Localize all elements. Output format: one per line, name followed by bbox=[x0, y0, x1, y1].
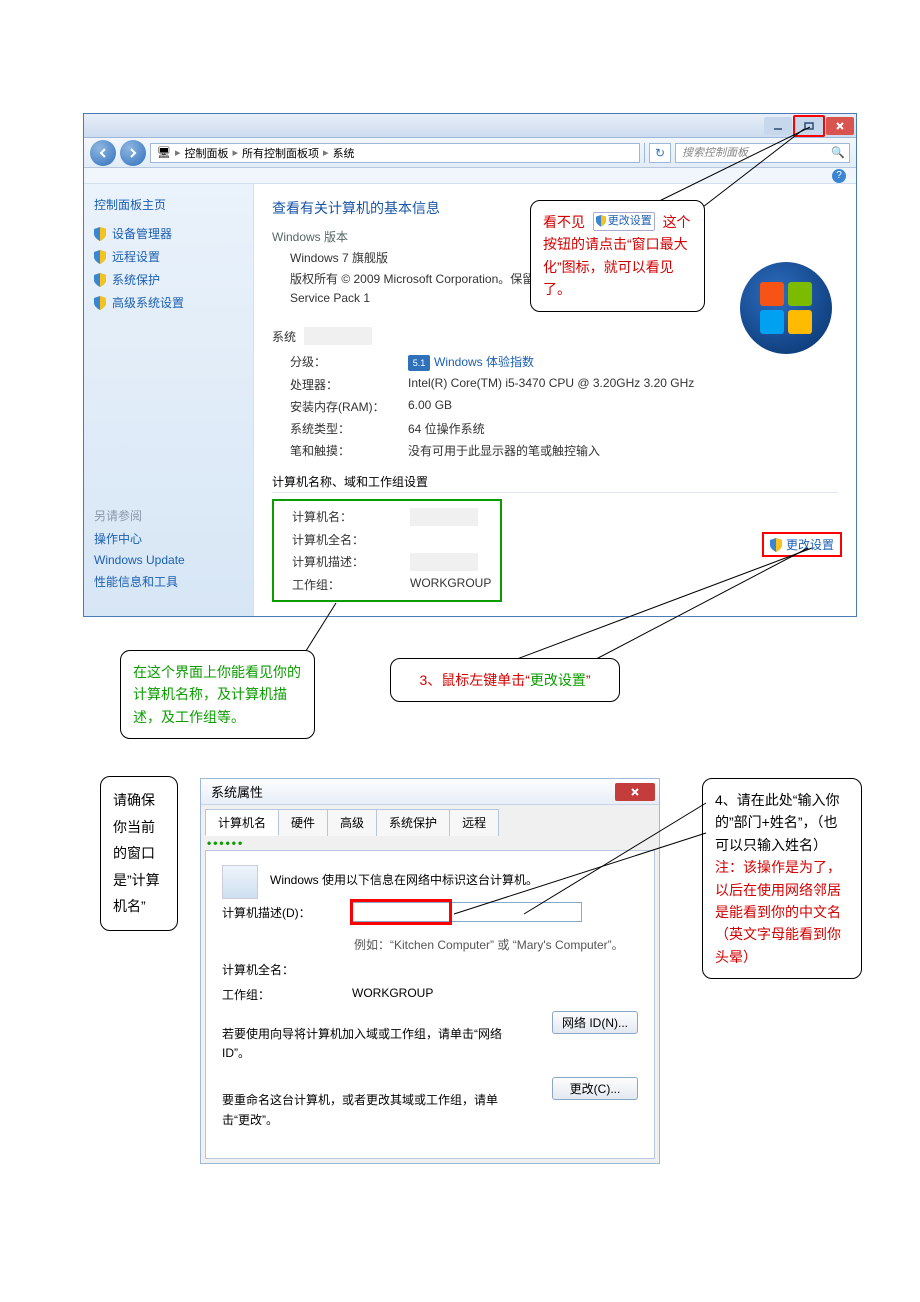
desc-label: 计算机描述(D)： bbox=[222, 904, 352, 921]
callout-maximize-hint: 看不见 更改设置 这个按钮的请点击“窗口最大化”图标，就可以看见了。 bbox=[530, 200, 705, 312]
shield-icon bbox=[94, 227, 106, 241]
tab-remote[interactable]: 远程 bbox=[449, 809, 499, 836]
bc-item[interactable]: 所有控制面板项 bbox=[242, 145, 319, 161]
redacted-block bbox=[410, 508, 478, 526]
breadcrumbs[interactable]: 🖥▸ 控制面板▸ 所有控制面板项▸ 系统 bbox=[150, 143, 640, 163]
titlebar bbox=[84, 114, 856, 138]
callout-step4: 4、请在此处“输入你的”部门+姓名”，（也可以只输入姓名） 注：该操作是为了，以… bbox=[702, 778, 862, 979]
value: 5.1 Windows 体验指数 bbox=[408, 353, 534, 371]
callout-green-fields: 在这个界面上你能看见你的计算机名称，及计算机描述，及工作组等。 bbox=[120, 650, 315, 739]
sidebar-item[interactable]: 系统保护 bbox=[94, 271, 243, 288]
value: Intel(R) Core(TM) i5-3470 CPU @ 3.20GHz … bbox=[408, 376, 694, 393]
key: 计算机全名： bbox=[292, 531, 410, 548]
key: 工作组： bbox=[292, 576, 410, 593]
networkid-text: 若要使用向导将计算机加入域或工作组，请单击“网络 ID”。 bbox=[222, 1025, 512, 1063]
group-title: 计算机名称、域和工作组设置 bbox=[272, 473, 838, 493]
key: 计算机描述： bbox=[292, 553, 410, 571]
value: 6.00 GB bbox=[408, 398, 452, 415]
sidebar-link[interactable]: 操作中心 bbox=[94, 530, 243, 547]
sidebar-label: 设备管理器 bbox=[112, 225, 172, 242]
sidebar-label: 系统保护 bbox=[112, 271, 160, 288]
shield-icon bbox=[94, 273, 106, 287]
shield-icon bbox=[94, 250, 106, 264]
key: 系统类型： bbox=[290, 420, 408, 437]
system-window: 🖥▸ 控制面板▸ 所有控制面板项▸ 系统 ↻ 搜索控制面板 🔍 ? 控制面板主页… bbox=[83, 113, 857, 617]
change-settings-label: 更改设置 bbox=[786, 536, 834, 553]
sidebar-label: 远程设置 bbox=[112, 248, 160, 265]
refresh-button[interactable]: ↻ bbox=[649, 143, 671, 163]
dialog-close-button[interactable] bbox=[615, 783, 655, 801]
highlight-box-green: 计算机名： 计算机全名： 计算机描述： 工作组：WORKGROUP bbox=[272, 499, 502, 602]
computer-description-input[interactable] bbox=[352, 902, 582, 922]
see-also: 另请参阅 bbox=[94, 507, 243, 524]
dialog-title: 系统属性 bbox=[211, 782, 263, 801]
computer-icon bbox=[222, 865, 258, 899]
key: 安装内存(RAM)： bbox=[290, 398, 408, 415]
value: WORKGROUP bbox=[410, 576, 491, 593]
tab-protection[interactable]: 系统保护 bbox=[376, 809, 450, 836]
value: 64 位操作系统 bbox=[408, 420, 485, 437]
sidebar-link[interactable]: Windows Update bbox=[94, 553, 243, 567]
wg-label: 工作组： bbox=[222, 986, 352, 1003]
key: 计算机名： bbox=[292, 508, 410, 526]
callout-step3: 3、鼠标左键单击“更改设置” bbox=[390, 658, 620, 702]
search-input[interactable]: 搜索控制面板 🔍 bbox=[675, 143, 850, 163]
key: 处理器： bbox=[290, 376, 408, 393]
maximize-button[interactable] bbox=[793, 115, 825, 137]
desc-hint: 例如：“Kitchen Computer” 或 “Mary's Computer… bbox=[354, 936, 638, 953]
sidebar: 控制面板主页 设备管理器 远程设置 系统保护 高级系统设置 另请参阅 操作中心 … bbox=[84, 184, 254, 616]
dialog-titlebar: 系统属性 bbox=[201, 779, 659, 805]
forward-button[interactable] bbox=[120, 140, 146, 166]
search-placeholder: 搜索控制面板 bbox=[682, 147, 748, 159]
redacted-block bbox=[304, 327, 372, 345]
callout-step-tab: 请确保你当前的窗口是”计算 机名” bbox=[100, 776, 178, 931]
back-button[interactable] bbox=[90, 140, 116, 166]
fullname-label: 计算机全名： bbox=[222, 961, 352, 978]
key: 笔和触摸： bbox=[290, 442, 408, 459]
close-button[interactable] bbox=[826, 117, 854, 135]
sidebar-link[interactable]: 性能信息和工具 bbox=[94, 573, 243, 590]
wg-value: WORKGROUP bbox=[352, 986, 433, 1003]
windows-logo-icon bbox=[740, 262, 832, 354]
highlight-box-red bbox=[350, 899, 452, 925]
sidebar-home[interactable]: 控制面板主页 bbox=[94, 196, 243, 213]
sidebar-item[interactable]: 高级系统设置 bbox=[94, 294, 243, 311]
sidebar-item[interactable]: 远程设置 bbox=[94, 248, 243, 265]
sidebar-item[interactable]: 设备管理器 bbox=[94, 225, 243, 242]
address-bar: 🖥▸ 控制面板▸ 所有控制面板项▸ 系统 ↻ 搜索控制面板 🔍 bbox=[84, 138, 856, 168]
tab-hardware[interactable]: 硬件 bbox=[278, 809, 328, 836]
redacted-block bbox=[410, 553, 478, 571]
tab-advanced[interactable]: 高级 bbox=[327, 809, 377, 836]
change-button[interactable]: 更改(C)... bbox=[552, 1077, 638, 1100]
shield-icon bbox=[770, 538, 782, 552]
inline-change-icon: 更改设置 bbox=[593, 212, 655, 232]
sidebar-label: 高级系统设置 bbox=[112, 294, 184, 311]
change-settings-link[interactable]: 更改设置 bbox=[762, 532, 842, 557]
shield-icon bbox=[94, 296, 106, 310]
search-icon: 🔍 bbox=[831, 146, 845, 159]
bc-item[interactable]: 控制面板 bbox=[185, 145, 229, 161]
value: 没有可用于此显示器的笔或触控输入 bbox=[408, 442, 600, 459]
annotation-dots: •••••• bbox=[201, 836, 659, 850]
help-bar: ? bbox=[84, 168, 856, 184]
key: 分级： bbox=[290, 353, 408, 371]
help-icon[interactable]: ? bbox=[832, 169, 846, 183]
bc-item[interactable]: 系统 bbox=[333, 145, 355, 161]
tabs: 计算机名 硬件 高级 系统保护 远程 bbox=[201, 805, 659, 836]
network-id-button[interactable]: 网络 ID(N)... bbox=[552, 1011, 638, 1034]
rating-badge: 5.1 bbox=[408, 355, 430, 371]
rating-link[interactable]: Windows 体验指数 bbox=[434, 355, 534, 369]
system-properties-dialog: 系统属性 计算机名 硬件 高级 系统保护 远程 •••••• Windows 使… bbox=[200, 778, 660, 1164]
change-text: 要重命名这台计算机，或者更改其域或工作组，请单击“更改”。 bbox=[222, 1091, 512, 1129]
minimize-button[interactable] bbox=[764, 117, 792, 135]
intro-text: Windows 使用以下信息在网络中标识这台计算机。 bbox=[222, 865, 638, 888]
tab-body: Windows 使用以下信息在网络中标识这台计算机。 计算机描述(D)： 例如：… bbox=[205, 850, 655, 1159]
tab-computer-name[interactable]: 计算机名 bbox=[205, 809, 279, 836]
